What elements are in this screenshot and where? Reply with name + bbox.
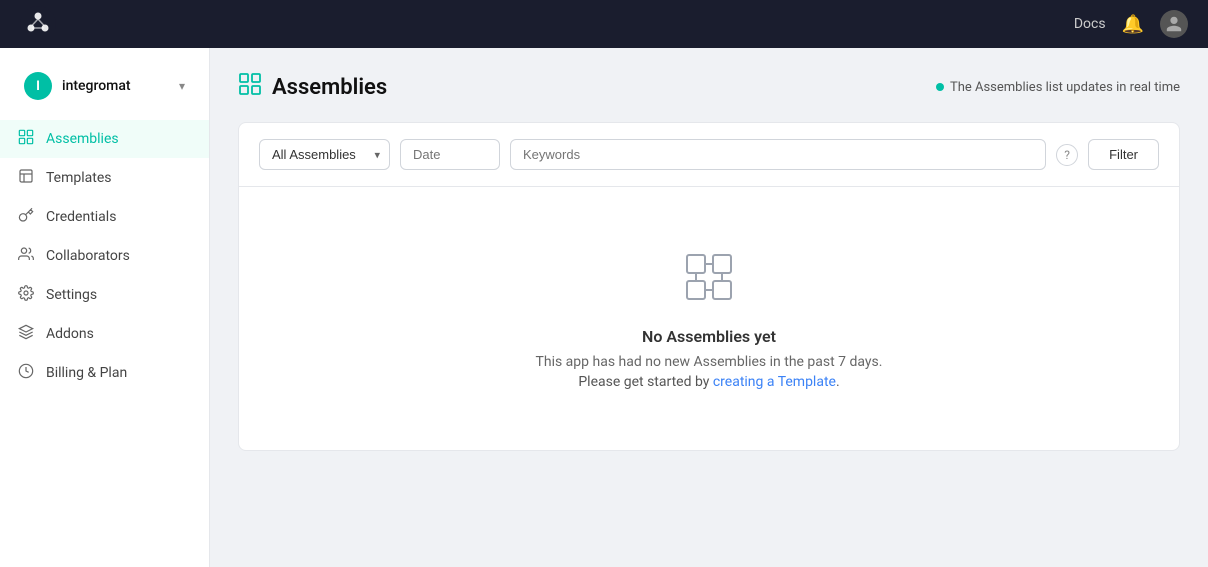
empty-cta: Please get started by creating a Templat… — [578, 374, 839, 390]
sidebar-item-credentials[interactable]: Credentials — [0, 198, 209, 236]
sidebar-item-settings[interactable]: Settings — [0, 276, 209, 314]
assemblies-page-icon — [238, 72, 262, 102]
keywords-filter-input[interactable] — [510, 139, 1046, 170]
sidebar-item-billing-label: Billing & Plan — [46, 365, 127, 381]
date-filter-input[interactable] — [400, 139, 500, 170]
assemblies-card: All Assemblies ▾ ? Filter — [238, 122, 1180, 451]
filter-help-icon[interactable]: ? — [1056, 144, 1078, 166]
empty-description: This app has had no new Assemblies in th… — [536, 354, 883, 370]
sidebar-item-collaborators[interactable]: Collaborators — [0, 237, 209, 275]
realtime-dot — [936, 83, 944, 91]
empty-title: No Assemblies yet — [642, 327, 776, 346]
sidebar-item-credentials-label: Credentials — [46, 209, 116, 225]
empty-cta-prefix: Please get started by — [578, 374, 713, 390]
settings-icon — [16, 285, 36, 305]
assembly-filter-wrap: All Assemblies ▾ — [259, 139, 390, 170]
layout: I integromat ▾ Assemblies — [0, 48, 1208, 567]
org-selector[interactable]: I integromat ▾ — [8, 64, 201, 108]
sidebar-item-templates[interactable]: Templates — [0, 159, 209, 197]
page-title: Assemblies — [272, 75, 387, 100]
main-content: Assemblies The Assemblies list updates i… — [210, 48, 1208, 567]
notifications-icon[interactable]: 🔔 — [1122, 14, 1144, 35]
sidebar-item-collaborators-label: Collaborators — [46, 248, 130, 264]
filter-bar: All Assemblies ▾ ? Filter — [239, 123, 1179, 187]
assemblies-icon — [16, 129, 36, 149]
page-header: Assemblies The Assemblies list updates i… — [238, 72, 1180, 102]
assembly-filter-select[interactable]: All Assemblies — [259, 139, 390, 170]
billing-icon — [16, 363, 36, 383]
sidebar-item-settings-label: Settings — [46, 287, 97, 303]
user-avatar[interactable] — [1160, 10, 1188, 38]
org-chevron-icon: ▾ — [179, 79, 185, 93]
sidebar-item-assemblies-label: Assemblies — [46, 131, 119, 147]
creating-template-link[interactable]: creating a Template — [713, 374, 836, 390]
sidebar-item-templates-label: Templates — [46, 170, 112, 186]
collaborators-icon — [16, 246, 36, 266]
topnav-right: Docs 🔔 — [1074, 10, 1188, 38]
filter-button[interactable]: Filter — [1088, 139, 1159, 170]
empty-cta-suffix: . — [836, 374, 840, 390]
sidebar-item-assemblies[interactable]: Assemblies — [0, 120, 209, 158]
templates-icon — [16, 168, 36, 188]
realtime-text: The Assemblies list updates in real time — [950, 80, 1180, 95]
sidebar-nav: Assemblies Templates C — [0, 120, 209, 392]
org-avatar: I — [24, 72, 52, 100]
topnav: Docs 🔔 — [0, 0, 1208, 48]
page-title-row: Assemblies — [238, 72, 387, 102]
docs-link[interactable]: Docs — [1074, 16, 1106, 32]
sidebar: I integromat ▾ Assemblies — [0, 48, 210, 567]
empty-state-icon — [679, 247, 739, 311]
sidebar-item-addons[interactable]: Addons — [0, 315, 209, 353]
credentials-icon — [16, 207, 36, 227]
logo[interactable] — [20, 6, 56, 42]
org-name: integromat — [62, 78, 179, 94]
empty-state: No Assemblies yet This app has had no ne… — [239, 187, 1179, 450]
realtime-indicator: The Assemblies list updates in real time — [936, 80, 1180, 95]
sidebar-item-billing[interactable]: Billing & Plan — [0, 354, 209, 392]
sidebar-item-addons-label: Addons — [46, 326, 94, 342]
addons-icon — [16, 324, 36, 344]
